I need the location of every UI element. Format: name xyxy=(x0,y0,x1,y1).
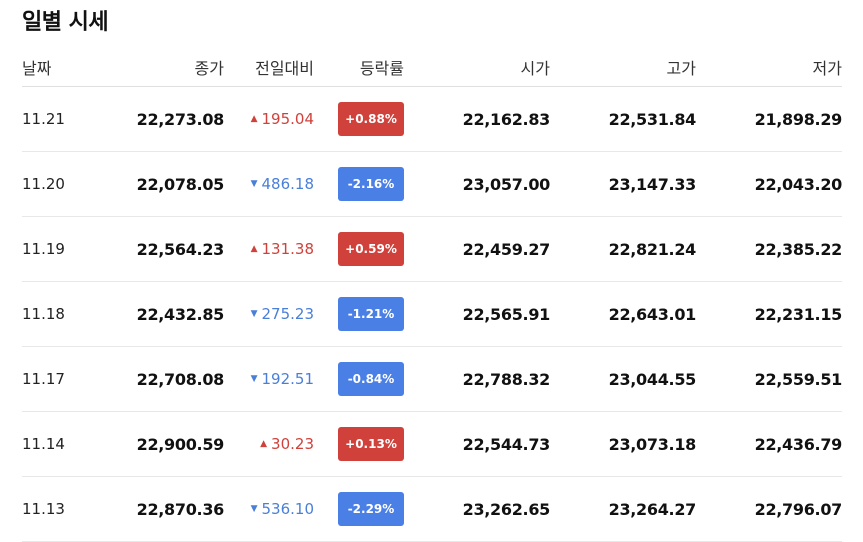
header-high: 고가 xyxy=(666,59,696,78)
high-cell: 23,147.33 xyxy=(608,174,697,194)
diff-cell: ▲ 195.04 xyxy=(234,87,314,151)
rate-badge: -2.29% xyxy=(338,492,404,526)
rate-cell: -0.84% xyxy=(322,347,404,411)
close-cell: 22,900.59 xyxy=(136,434,225,454)
triangle-up-icon: ▲ xyxy=(260,439,268,449)
rate-badge: -1.21% xyxy=(338,297,404,331)
open-cell: 23,057.00 xyxy=(462,174,551,194)
triangle-down-icon: ▼ xyxy=(250,374,258,384)
close-cell: 22,708.08 xyxy=(136,369,225,389)
table-row: 11.20 22,078.05 ▼ 486.18 -2.16% 23,057.00… xyxy=(22,152,842,217)
header-close: 종가 xyxy=(194,59,224,78)
diff-cell: ▼ 275.23 xyxy=(234,282,314,346)
close-cell: 22,432.85 xyxy=(136,304,225,324)
table-row: 11.14 22,900.59 ▲ 30.23 +0.13% 22,544.73 … xyxy=(22,412,842,477)
table-row: 11.17 22,708.08 ▼ 192.51 -0.84% 22,788.32… xyxy=(22,347,842,412)
low-cell: 22,231.15 xyxy=(754,304,843,324)
diff-cell: ▼ 192.51 xyxy=(234,347,314,411)
date-cell: 11.19 xyxy=(22,240,65,258)
open-cell: 22,459.27 xyxy=(462,239,551,259)
close-cell: 22,564.23 xyxy=(136,239,225,259)
rate-badge: +0.88% xyxy=(338,102,404,136)
rate-cell: +0.59% xyxy=(322,217,404,281)
high-cell: 22,531.84 xyxy=(608,109,697,129)
rate-badge: -2.16% xyxy=(338,167,404,201)
open-cell: 23,262.65 xyxy=(462,499,551,519)
date-cell: 11.21 xyxy=(22,110,65,128)
diff-value: 131.38 xyxy=(261,240,315,258)
header-diff: 전일대비 xyxy=(255,59,314,78)
daily-price-table: 날짜 종가 전일대비 등락률 시가 고가 저가 11.21 22,273.08 … xyxy=(22,48,842,542)
diff-cell: ▲ 30.23 xyxy=(234,412,314,476)
rate-cell: +0.88% xyxy=(322,87,404,151)
page-title: 일별 시세 xyxy=(22,10,109,35)
table-row: 11.21 22,273.08 ▲ 195.04 +0.88% 22,162.83… xyxy=(22,87,842,152)
diff-value: 192.51 xyxy=(261,370,315,388)
triangle-down-icon: ▼ xyxy=(250,504,258,514)
open-cell: 22,162.83 xyxy=(462,109,551,129)
date-cell: 11.13 xyxy=(22,500,65,518)
high-cell: 23,073.18 xyxy=(608,434,697,454)
diff-value: 275.23 xyxy=(261,305,315,323)
open-cell: 22,565.91 xyxy=(462,304,551,324)
triangle-down-icon: ▼ xyxy=(250,309,258,319)
diff-value: 30.23 xyxy=(271,435,314,453)
date-cell: 11.18 xyxy=(22,305,65,323)
diff-value: 536.10 xyxy=(261,500,315,518)
diff-cell: ▼ 536.10 xyxy=(234,477,314,541)
table-row: 11.19 22,564.23 ▲ 131.38 +0.59% 22,459.27… xyxy=(22,217,842,282)
header-low: 저가 xyxy=(812,59,842,78)
diff-value: 486.18 xyxy=(261,175,315,193)
high-cell: 22,643.01 xyxy=(608,304,697,324)
low-cell: 22,043.20 xyxy=(754,174,843,194)
rate-badge: +0.13% xyxy=(338,427,404,461)
header-open: 시가 xyxy=(520,59,550,78)
close-cell: 22,078.05 xyxy=(136,174,225,194)
rate-cell: -2.29% xyxy=(322,477,404,541)
close-cell: 22,273.08 xyxy=(136,109,225,129)
high-cell: 23,264.27 xyxy=(608,499,697,519)
rate-badge: +0.59% xyxy=(338,232,404,266)
low-cell: 22,436.79 xyxy=(754,434,843,454)
triangle-down-icon: ▼ xyxy=(250,179,258,189)
low-cell: 22,559.51 xyxy=(754,369,843,389)
rate-cell: -2.16% xyxy=(322,152,404,216)
open-cell: 22,544.73 xyxy=(462,434,551,454)
low-cell: 22,796.07 xyxy=(754,499,843,519)
table-row: 11.13 22,870.36 ▼ 536.10 -2.29% 23,262.65… xyxy=(22,477,842,542)
low-cell: 21,898.29 xyxy=(754,109,843,129)
high-cell: 22,821.24 xyxy=(608,239,697,259)
table-row: 11.18 22,432.85 ▼ 275.23 -1.21% 22,565.91… xyxy=(22,282,842,347)
diff-cell: ▲ 131.38 xyxy=(234,217,314,281)
header-rate: 등락률 xyxy=(359,59,404,78)
date-cell: 11.17 xyxy=(22,370,65,388)
header-date: 날짜 xyxy=(22,59,52,78)
close-cell: 22,870.36 xyxy=(136,499,225,519)
date-cell: 11.14 xyxy=(22,435,65,453)
table-header: 날짜 종가 전일대비 등락률 시가 고가 저가 xyxy=(22,48,842,87)
rate-cell: +0.13% xyxy=(322,412,404,476)
triangle-up-icon: ▲ xyxy=(250,244,258,254)
low-cell: 22,385.22 xyxy=(754,239,843,259)
rate-cell: -1.21% xyxy=(322,282,404,346)
diff-cell: ▼ 486.18 xyxy=(234,152,314,216)
date-cell: 11.20 xyxy=(22,175,65,193)
diff-value: 195.04 xyxy=(261,110,315,128)
rate-badge: -0.84% xyxy=(338,362,404,396)
open-cell: 22,788.32 xyxy=(462,369,551,389)
high-cell: 23,044.55 xyxy=(608,369,697,389)
triangle-up-icon: ▲ xyxy=(250,114,258,124)
